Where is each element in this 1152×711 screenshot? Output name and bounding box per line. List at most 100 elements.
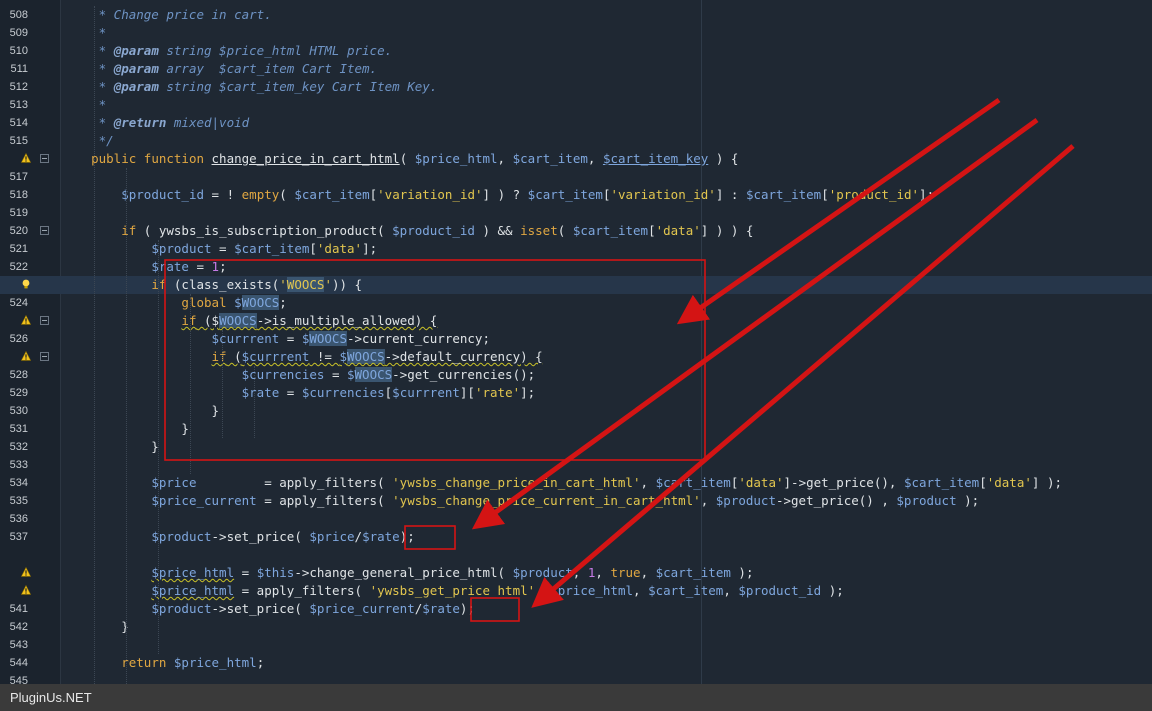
code-text[interactable]: if ($WOOCS->is_multiple_allowed) { [61,312,437,330]
warning-icon[interactable] [21,567,31,577]
code-text[interactable]: * [61,24,107,42]
code-text[interactable]: $price_current = apply_filters( 'ywsbs_c… [61,492,979,510]
code-line[interactable]: 526 $currrent = $WOOCS->current_currency… [0,330,1152,348]
code-token: )) { [331,277,363,292]
code-line[interactable]: $price_html = apply_filters( 'ywsbs_get_… [0,582,1152,600]
code-text[interactable]: $price_html = $this->change_general_pric… [61,564,753,582]
code-token: $product [151,601,212,616]
code-text[interactable]: * @param string $cart_item_key Cart Item… [61,78,438,96]
code-token: $currrent [241,349,310,364]
code-line[interactable]: 545 [0,672,1152,684]
code-line[interactable]: 515 */ [0,132,1152,150]
code-token: if [121,223,137,238]
code-line[interactable]: 513 * [0,96,1152,114]
code-text[interactable]: public function change_price_in_cart_htm… [61,150,738,168]
code-text[interactable]: $product_id = ! empty( $cart_item['varia… [61,186,934,204]
code-line[interactable]: 512 * @param string $cart_item_key Cart … [0,78,1152,96]
code-text[interactable]: $product->set_price( $price/$rate); [61,528,414,546]
code-token: $rate [151,259,189,274]
code-line[interactable]: public function change_price_in_cart_htm… [0,150,1152,168]
code-line[interactable]: 532 } [0,438,1152,456]
code-text[interactable]: */ [61,132,114,150]
code-text[interactable]: if (class_exists('WOOCS')) { [61,276,362,294]
code-token: 'product_id' [828,187,920,202]
code-text[interactable]: return $price_html; [61,654,264,672]
code-text[interactable]: * @param array $cart_item Cart Item. [61,60,377,78]
code-line[interactable]: 534 $price = apply_filters( 'ywsbs_chang… [0,474,1152,492]
code-line[interactable]: 519 [0,204,1152,222]
fold-toggle-icon[interactable] [40,316,49,325]
code-text[interactable]: $price = apply_filters( 'ywsbs_change_pr… [61,474,1062,492]
code-text[interactable]: * Change price in cart. [61,6,272,24]
code-line[interactable]: 524 global $WOOCS; [0,294,1152,312]
code-line[interactable]: 518 $product_id = ! empty( $cart_item['v… [0,186,1152,204]
code-line[interactable]: 543 [0,636,1152,654]
code-line[interactable]: 537 $product->set_price( $price/$rate); [0,528,1152,546]
code-token: ->get_currencies(); [392,367,536,382]
code-line[interactable] [0,546,1152,564]
code-line[interactable]: 510 * @param string $price_html HTML pri… [0,42,1152,60]
code-text[interactable]: * @return mixed|void [61,114,250,132]
warning-icon[interactable] [21,153,31,163]
code-line[interactable]: if (class_exists('WOOCS')) { [0,276,1152,294]
code-line[interactable]: $price_html = $this->change_general_pric… [0,564,1152,582]
code-text[interactable]: $rate = $currencies[$currrent]['rate']; [61,384,536,402]
lightbulb-icon[interactable] [21,279,31,289]
code-text[interactable]: $product->set_price( $price_current/$rat… [61,600,475,618]
code-editor[interactable]: 508 * Change price in cart. 509 * 510 * @p… [0,0,1152,684]
code-line[interactable]: 536 [0,510,1152,528]
code-line[interactable]: if ($currrent != $WOOCS->default_currenc… [0,348,1152,366]
warning-icon[interactable] [21,315,31,325]
code-line[interactable]: 514 * @return mixed|void [0,114,1152,132]
code-token: public function [91,151,212,166]
code-token: $rate [422,601,460,616]
code-line[interactable]: 522 $rate = 1; [0,258,1152,276]
code-token: , [535,583,551,598]
code-text[interactable]: $rate = 1; [61,258,226,276]
code-text[interactable]: * @param string $price_html HTML price. [61,42,393,60]
code-line[interactable]: 508 * Change price in cart. [0,6,1152,24]
code-text[interactable]: } [61,420,189,438]
code-text[interactable]: } [61,438,159,456]
code-line[interactable]: 542 } [0,618,1152,636]
code-line[interactable]: 511 * @param array $cart_item Cart Item. [0,60,1152,78]
code-line[interactable]: 530 } [0,402,1152,420]
code-text[interactable]: * [61,96,107,114]
code-token: ->get_price() , [775,493,897,508]
code-line[interactable]: 535 $price_current = apply_filters( 'yws… [0,492,1152,510]
code-text[interactable]: $price_html = apply_filters( 'ywsbs_get_… [61,582,843,600]
code-line[interactable]: 544 return $price_html; [0,654,1152,672]
code-line[interactable]: 509 * [0,24,1152,42]
code-text[interactable]: if ($currrent != $WOOCS->default_currenc… [61,348,543,366]
code-line[interactable]: 528 $currencies = $WOOCS->get_currencies… [0,366,1152,384]
code-line[interactable]: 531 } [0,420,1152,438]
warning-icon[interactable] [21,351,31,361]
fold-toggle-icon[interactable] [40,352,49,361]
code-line[interactable]: 529 $rate = $currencies[$currrent]['rate… [0,384,1152,402]
code-token: @return [113,115,167,130]
fold-toggle-icon[interactable] [40,154,49,163]
code-line[interactable]: 517 [0,168,1152,186]
code-text[interactable]: } [61,402,220,420]
code-line[interactable]: 520 if ( ywsbs_is_subscription_product( … [0,222,1152,240]
code-text[interactable]: $product = $cart_item['data']; [61,240,377,258]
code-token: ->is_multiple_allowed) { [256,313,438,328]
code-token: WOOCS [219,313,257,328]
line-number: 520 [9,225,28,237]
code-line[interactable]: 533 [0,456,1152,474]
code-token: ); [730,565,754,580]
code-line[interactable]: 541 $product->set_price( $price_current/… [0,600,1152,618]
code-text[interactable]: if ( ywsbs_is_subscription_product( $pro… [61,222,753,240]
code-text[interactable]: $currencies = $WOOCS->get_currencies(); [61,366,535,384]
code-line[interactable]: if ($WOOCS->is_multiple_allowed) { [0,312,1152,330]
line-number: 528 [9,369,28,381]
fold-toggle-icon[interactable] [40,226,49,235]
code-line[interactable]: 521 $product = $cart_item['data']; [0,240,1152,258]
warning-icon[interactable] [21,585,31,595]
code-token: = apply_filters( [256,493,393,508]
